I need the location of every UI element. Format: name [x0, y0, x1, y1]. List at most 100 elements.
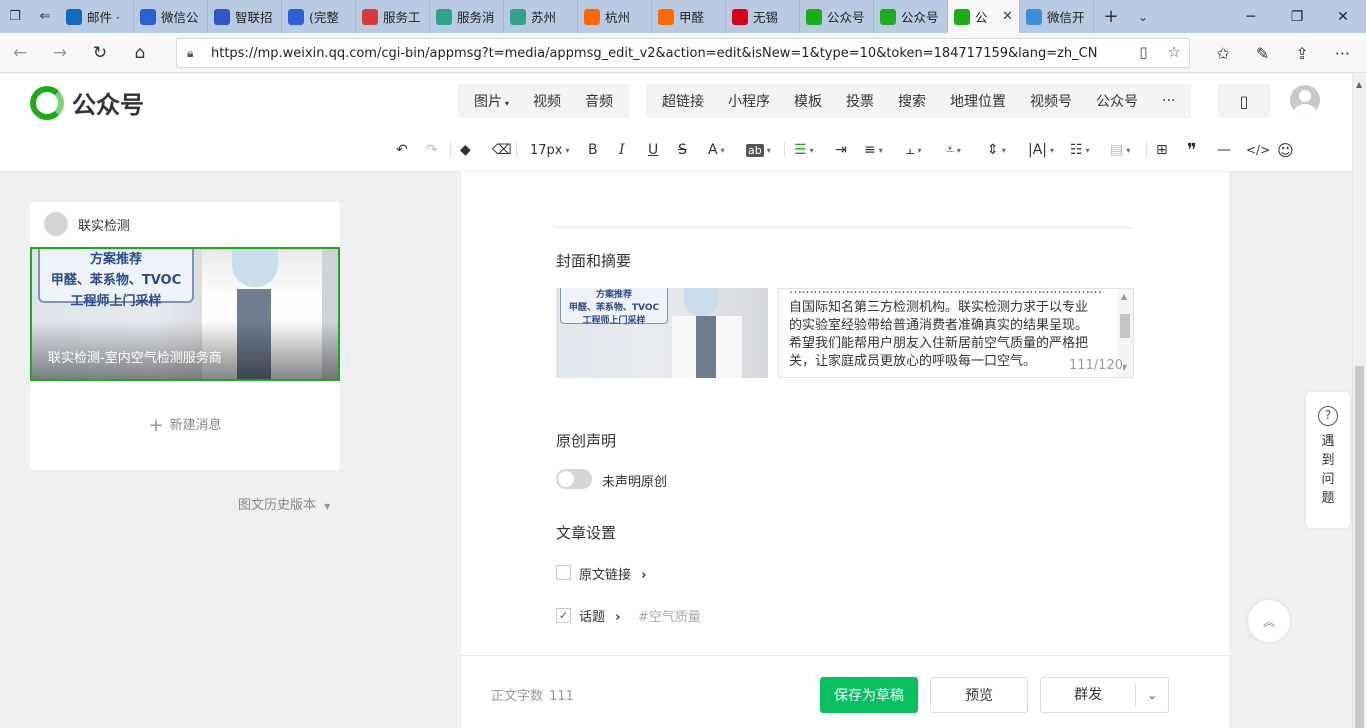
browser-tab[interactable]: 微信公: [134, 0, 208, 33]
paragraph-spacing-after-icon[interactable]: ⩡ ▾: [946, 140, 961, 160]
preview-button[interactable]: 预览: [930, 677, 1028, 713]
source-link-option[interactable]: 原文链接 ›: [579, 564, 647, 583]
font-color-button[interactable]: A ▾: [708, 140, 725, 160]
page-scrollbar[interactable]: ▲: [1352, 74, 1366, 728]
restore-button[interactable]: ❐: [1274, 0, 1320, 33]
avatar[interactable]: [1290, 85, 1320, 115]
summary-scrollbar-thumb[interactable]: [1120, 314, 1130, 338]
phone-preview-icon[interactable]: ▯: [1218, 84, 1270, 118]
close-tab-icon[interactable]: ✕: [1002, 9, 1013, 24]
column-icon[interactable]: ▤ ▾: [1110, 140, 1130, 160]
forward-button[interactable]: →: [40, 43, 80, 63]
insert-channels-button[interactable]: 视频号: [1018, 91, 1084, 111]
insert-miniprogram-button[interactable]: 小程序: [716, 91, 782, 111]
italic-icon[interactable]: I: [619, 140, 625, 160]
letter-spacing-icon[interactable]: |A| ▾: [1028, 140, 1054, 160]
insert-image-button[interactable]: 图片 ▾: [462, 91, 521, 111]
insert-vote-button[interactable]: 投票: [834, 91, 886, 111]
tab-label: 苏州: [531, 10, 557, 25]
back-button[interactable]: ←: [0, 43, 40, 63]
favorites-icon[interactable]: ✩: [1217, 44, 1230, 63]
code-icon[interactable]: </>: [1246, 140, 1270, 160]
reader-view-icon[interactable]: ▯: [1139, 43, 1147, 61]
topic-checkbox[interactable]: ✓: [556, 608, 571, 623]
justify-icon[interactable]: ≡ ▾: [864, 140, 883, 160]
indent-icon[interactable]: ⇥: [835, 140, 847, 160]
divider-line-icon[interactable]: —: [1217, 140, 1231, 160]
close-window-button[interactable]: ✕: [1320, 0, 1366, 33]
insert-link-button[interactable]: 超链接: [650, 91, 716, 111]
scroll-up-icon[interactable]: ▲: [1121, 292, 1127, 301]
home-button[interactable]: ⌂: [120, 43, 160, 63]
pen-icon[interactable]: ✎: [1256, 44, 1269, 63]
browser-tab[interactable]: 服务工: [356, 0, 430, 33]
browser-tab[interactable]: 智联招: [208, 0, 282, 33]
more-insert-button[interactable]: ···: [1150, 93, 1187, 109]
insert-account-button[interactable]: 公众号: [1084, 91, 1150, 111]
format-painter-icon[interactable]: ◆: [460, 140, 471, 160]
browser-tab[interactable]: 无锡: [726, 0, 800, 33]
footer-divider: [461, 655, 1229, 656]
new-tab-button[interactable]: +: [1094, 0, 1128, 33]
insert-audio-button[interactable]: 音频: [573, 91, 625, 111]
underline-icon[interactable]: U: [648, 140, 658, 160]
quote-icon[interactable]: ❞: [1187, 140, 1197, 161]
browser-tab[interactable]: 邮件 ·: [60, 0, 134, 33]
table-icon[interactable]: ⊞: [1156, 140, 1168, 160]
article-cover-item[interactable]: 方案推荐 甲醛、苯系物、TVOC 工程师上门采样 联实检测-室内空气检测服务商: [30, 247, 340, 381]
browser-tab[interactable]: 微信开: [1020, 0, 1094, 33]
favorite-star-icon[interactable]: ☆: [1168, 43, 1181, 61]
browser-tab[interactable]: 服务消: [430, 0, 504, 33]
history-version-dropdown[interactable]: 图文历史版本 ▼: [238, 494, 330, 513]
mp-logo[interactable]: 公众号: [30, 85, 144, 120]
highlight-button[interactable]: ab ▾: [746, 140, 771, 160]
topic-option[interactable]: 话题 ›: [579, 606, 621, 625]
mass-send-button[interactable]: 群发 ⌄: [1040, 677, 1169, 713]
browser-tab[interactable]: 公 ✕: [948, 0, 1020, 33]
minimize-button[interactable]: ─: [1228, 0, 1274, 33]
url-input[interactable]: 🔒︎ https://mp.weixin.qq.com/cgi-bin/appm…: [176, 38, 1190, 68]
summary-textarea[interactable]: …………………………………………………………………… 自国际知名第三方检测机构。…: [778, 288, 1134, 378]
clear-format-icon[interactable]: ⌫: [492, 140, 512, 160]
browser-tab[interactable]: 杭州: [578, 0, 652, 33]
strikethrough-icon[interactable]: S: [678, 140, 687, 160]
baidu-paw-icon: [140, 8, 156, 25]
undo-icon[interactable]: ↶: [396, 140, 408, 160]
browser-tab[interactable]: 甲醛: [652, 0, 726, 33]
scrollbar-thumb[interactable]: [1355, 366, 1364, 728]
insert-video-button[interactable]: 视频: [521, 91, 573, 111]
line-height-icon[interactable]: ⇕ ▾: [987, 140, 1006, 160]
article-list-card: 联实检测 方案推荐 甲醛、苯系物、TVOC 工程师上门采样 联实检测-室内空气检…: [30, 202, 340, 470]
new-message-button[interactable]: + 新建消息: [30, 414, 340, 436]
save-draft-button[interactable]: 保存为草稿: [820, 677, 918, 713]
scroll-up-icon[interactable]: ▲: [1356, 80, 1362, 89]
source-link-checkbox[interactable]: [556, 565, 571, 580]
emoji-icon[interactable]: ☺: [1277, 140, 1294, 160]
more-icon[interactable]: ···: [1335, 44, 1350, 63]
tab-back-icon[interactable]: ⇐: [30, 0, 60, 33]
tab-menu-chevron-icon[interactable]: ⌄: [1128, 0, 1158, 33]
align-left-icon[interactable]: ☰ ▾: [794, 140, 814, 160]
refresh-button[interactable]: ↻: [80, 43, 120, 63]
back-to-top-button[interactable]: ︽: [1248, 600, 1290, 642]
topic-tag[interactable]: #空气质量: [638, 606, 701, 625]
original-toggle[interactable]: [556, 469, 592, 489]
browser-tab[interactable]: 苏州: [504, 0, 578, 33]
insert-search-button[interactable]: 搜索: [886, 91, 938, 111]
bold-icon[interactable]: B: [588, 140, 598, 160]
insert-location-button[interactable]: 地理位置: [938, 91, 1018, 111]
chevron-down-icon[interactable]: ⌄: [1136, 688, 1168, 702]
help-widget[interactable]: ? 遇 到 问 题: [1306, 392, 1350, 528]
cover-thumbnail[interactable]: 方案推荐 甲醛、苯系物、TVOC 工程师上门采样: [556, 288, 768, 378]
mass-send-label[interactable]: 群发: [1041, 683, 1137, 707]
font-size-select[interactable]: 17px ▾: [530, 140, 570, 160]
tab-actions-icon[interactable]: ❐: [0, 0, 30, 33]
redo-icon[interactable]: ↷: [426, 140, 438, 160]
list-icon[interactable]: ☷ ▾: [1070, 140, 1090, 160]
browser-tab[interactable]: 公众号: [874, 0, 948, 33]
paragraph-spacing-before-icon[interactable]: ⫠ ▾: [906, 140, 922, 160]
browser-tab[interactable]: (完整: [282, 0, 356, 33]
insert-template-button[interactable]: 模板: [782, 91, 834, 111]
share-icon[interactable]: ⇪: [1295, 44, 1308, 63]
browser-tab[interactable]: 公众号: [800, 0, 874, 33]
